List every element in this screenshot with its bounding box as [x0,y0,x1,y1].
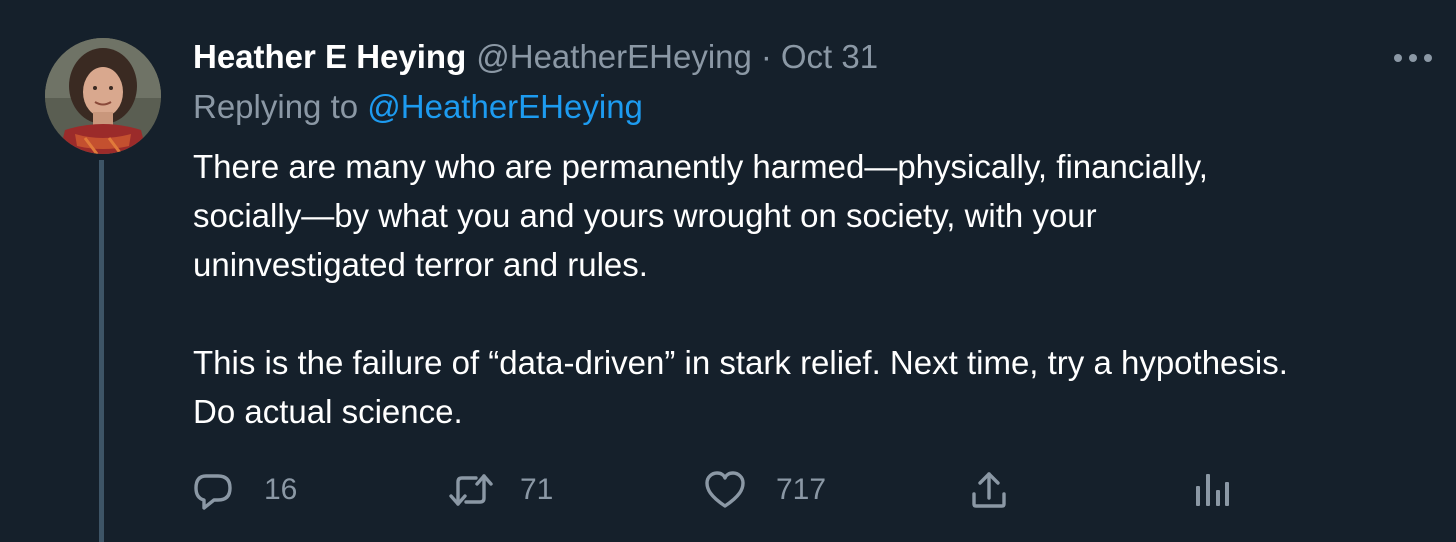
tweet[interactable]: Heather E Heying @HeatherEHeying · Oct 3… [0,0,1456,542]
reply-icon [192,470,234,510]
share-button[interactable] [970,468,1008,512]
separator-dot: · [760,38,772,75]
like-button[interactable]: 717 [704,468,826,512]
reply-button[interactable]: 16 [192,468,297,512]
action-bar: 16 71 717 [0,468,1456,512]
heart-icon [704,470,746,510]
tweet-header: Heather E Heying @HeatherEHeying · Oct 3… [193,36,878,78]
tweet-text-line: There are many who are permanently harme… [193,148,1208,185]
tweet-text-line: Do actual science. [193,393,463,430]
reply-count: 16 [264,473,298,506]
analytics-button[interactable] [1194,468,1230,512]
avatar-photo [45,38,161,154]
analytics-icon [1194,470,1230,510]
like-count: 717 [776,473,827,506]
author-handle[interactable]: @HeatherEHeying [476,38,752,76]
replying-to: Replying to @HeatherEHeying [193,88,643,126]
more-options-icon[interactable] [1392,48,1434,68]
tweet-text-line: uninvestigated terror and rules. [193,246,648,283]
share-icon [970,470,1008,510]
tweet-text: There are many who are permanently harme… [193,142,1443,436]
retweet-count: 71 [520,473,554,506]
avatar[interactable] [45,38,161,154]
tweet-text-line: socially—by what you and yours wrought o… [193,197,1097,234]
tweet-text-line: This is the failure of “data-driven” in … [193,344,1288,381]
replying-to-label: Replying to [193,88,368,125]
retweet-icon [448,470,494,510]
retweet-button[interactable]: 71 [448,468,553,512]
timestamp[interactable]: Oct 31 [781,38,878,76]
author-name[interactable]: Heather E Heying [193,38,466,76]
replying-to-mention[interactable]: @HeatherEHeying [367,88,643,125]
